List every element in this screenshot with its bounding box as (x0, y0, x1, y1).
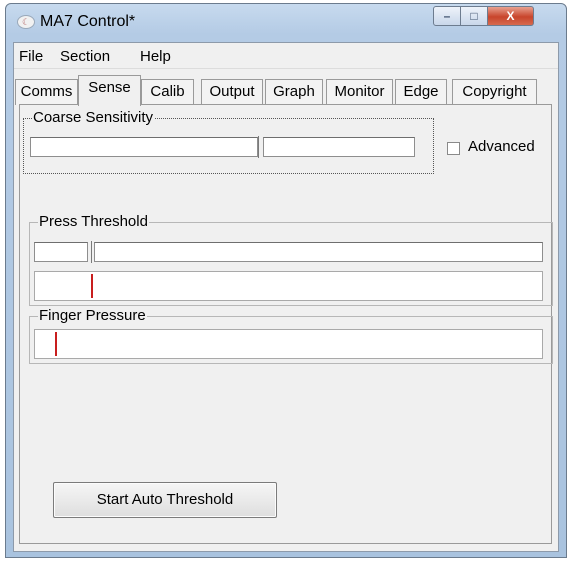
menu-bar: File Section Help (14, 43, 558, 69)
coarse-sensitivity-label: Coarse Sensitivity (32, 109, 155, 126)
tab-edge[interactable]: Edge (395, 79, 447, 105)
sense-tab-panel: Coarse Sensitivity Advanced Press Thresh… (19, 104, 553, 544)
tab-calib[interactable]: Calib (141, 79, 194, 105)
press-threshold-group: Press Threshold (29, 214, 553, 306)
advanced-label: Advanced (468, 138, 535, 155)
finger-pressure-marker (55, 332, 57, 356)
press-threshold-value-field[interactable] (34, 242, 88, 262)
coarse-sensitivity-track-left (30, 137, 258, 157)
close-button[interactable]: X (488, 6, 534, 26)
finger-pressure-label: Finger Pressure (38, 307, 147, 324)
tab-graph[interactable]: Graph (265, 79, 323, 105)
tab-copyright[interactable]: Copyright (452, 79, 537, 105)
app-window: ☾ MA7 Control* – □ X File Section Help C… (5, 3, 567, 558)
app-icon: ☾ (17, 15, 35, 29)
tab-strip: Comms Sense Calib Output Graph Monitor E… (14, 75, 558, 106)
press-threshold-slider-thumb[interactable] (91, 241, 97, 263)
title-bar[interactable]: ☾ MA7 Control* – □ X (6, 4, 566, 38)
coarse-sensitivity-slider-thumb[interactable] (258, 136, 264, 158)
advanced-group: Advanced (436, 118, 546, 174)
start-auto-threshold-button[interactable]: Start Auto Threshold (53, 482, 277, 518)
window-title: MA7 Control* (40, 13, 136, 30)
tab-comms[interactable]: Comms (15, 79, 78, 105)
minimize-button[interactable]: – (433, 6, 461, 26)
finger-pressure-bar (34, 329, 543, 359)
tab-output[interactable]: Output (201, 79, 263, 105)
press-threshold-marker (91, 274, 93, 298)
press-threshold-track (94, 242, 543, 262)
client-area: File Section Help Comms Sense Calib Outp… (13, 42, 559, 552)
coarse-sensitivity-group: Coarse Sensitivity (23, 110, 434, 174)
tab-sense[interactable]: Sense (78, 75, 141, 106)
maximize-button[interactable]: □ (461, 6, 488, 26)
menu-help[interactable]: Help (140, 48, 171, 65)
finger-pressure-group: Finger Pressure (29, 308, 553, 364)
menu-file[interactable]: File (19, 48, 43, 65)
tab-monitor[interactable]: Monitor (326, 79, 393, 105)
coarse-sensitivity-track-right (263, 137, 415, 157)
menu-section[interactable]: Section (60, 48, 110, 65)
press-threshold-bar (34, 271, 543, 301)
advanced-checkbox[interactable] (447, 142, 460, 155)
press-threshold-label: Press Threshold (38, 213, 149, 230)
